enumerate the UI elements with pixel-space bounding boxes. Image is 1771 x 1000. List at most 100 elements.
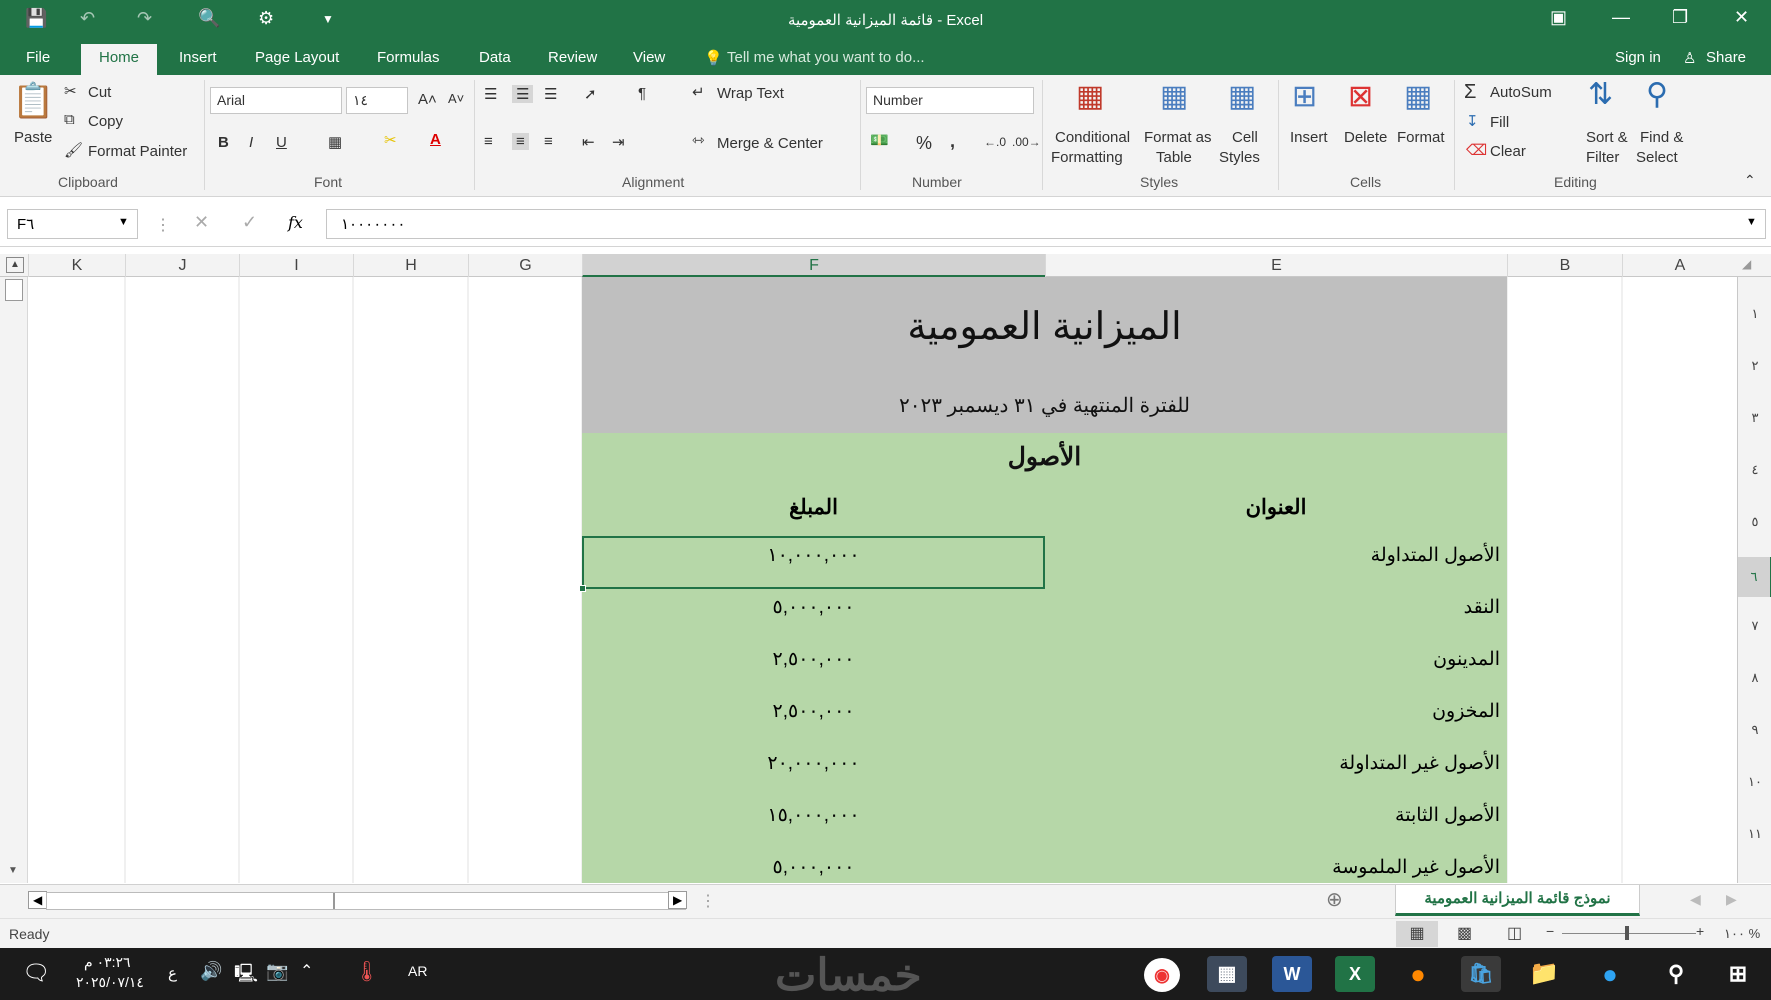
grow-font-icon[interactable]: A˄ <box>418 91 437 108</box>
bottom-align-icon[interactable]: ☰ <box>544 85 557 103</box>
name-box-dropdown-icon[interactable]: ▼ <box>118 216 129 228</box>
asset-amount-cell[interactable]: ٢٠,٠٠٠,٠٠٠ <box>582 752 1045 775</box>
tab-splitter[interactable]: ⋮ <box>700 891 716 911</box>
meet-icon[interactable]: 📷 <box>266 961 288 982</box>
scroll-right-icon[interactable]: ▶ <box>668 891 688 909</box>
asset-amount-cell[interactable]: ٥,٠٠٠,٠٠٠ <box>582 856 1045 879</box>
insert-cells-icon[interactable]: ⊞ <box>1292 79 1317 114</box>
tab-review[interactable]: Review <box>548 49 597 66</box>
paste-icon[interactable]: 📋 <box>12 81 54 121</box>
format-cells-button[interactable]: Format <box>1397 129 1445 146</box>
windows-start-icon[interactable]: ⊞ <box>1718 956 1758 992</box>
page-layout-view-icon[interactable]: ▩ <box>1457 923 1472 943</box>
zoom-in-icon[interactable]: + <box>1696 923 1704 939</box>
zoom-out-icon[interactable]: − <box>1546 923 1554 939</box>
autosum-button[interactable]: AutoSum <box>1490 84 1552 101</box>
font-size-dropdown[interactable]: ١٤ <box>346 87 408 114</box>
align-right-icon[interactable]: ≡ <box>544 133 553 150</box>
tab-page-layout[interactable]: Page Layout <box>255 49 339 66</box>
conditional-formatting-icon[interactable]: ▦ <box>1076 79 1104 114</box>
format-as-table-icon[interactable]: ▦ <box>1160 79 1188 114</box>
minimize-icon[interactable]: — <box>1612 7 1630 28</box>
tab-data[interactable]: Data <box>479 49 511 66</box>
tab-formulas[interactable]: Formulas <box>377 49 440 66</box>
decrease-decimal-icon[interactable]: .00→ <box>1012 135 1041 149</box>
align-left-icon[interactable]: ≡ <box>484 133 493 150</box>
comma-button[interactable]: , <box>950 131 955 152</box>
file-explorer-icon[interactable]: 📁 <box>1524 956 1564 992</box>
find-select-button[interactable]: Find & <box>1640 129 1683 146</box>
volume-icon[interactable]: 🔊 <box>200 961 222 982</box>
percent-button[interactable]: % <box>916 133 932 154</box>
section-heading[interactable]: الأصول <box>582 442 1507 472</box>
rtl-icon[interactable]: ¶ <box>638 85 646 102</box>
copy-button[interactable]: Copy <box>88 113 123 130</box>
zoom-slider[interactable] <box>1562 933 1696 934</box>
increase-decimal-icon[interactable]: ←.0 <box>984 135 1006 149</box>
row-header[interactable]: ٢ <box>1738 359 1771 373</box>
tab-file[interactable]: File <box>26 49 50 66</box>
cut-button[interactable]: Cut <box>88 84 111 101</box>
row-header[interactable]: ٩ <box>1738 723 1771 737</box>
format-as-table-button[interactable]: Format as <box>1144 129 1212 146</box>
column-header-j[interactable]: J <box>125 254 239 277</box>
column-header-a[interactable]: A <box>1622 254 1737 277</box>
formula-input[interactable]: ١٠٠٠٠٠٠٠ <box>326 209 1766 239</box>
find-select-label[interactable]: Select <box>1636 149 1678 166</box>
tell-me-box[interactable]: Tell me what you want to do... <box>727 49 925 66</box>
delete-cells-icon[interactable]: ⊠ <box>1348 79 1373 114</box>
clear-button[interactable]: Clear <box>1490 143 1526 160</box>
edge-icon[interactable]: ● <box>1590 956 1630 992</box>
row-header[interactable]: ١١ <box>1738 827 1771 841</box>
accounting-format-icon[interactable]: 💵 <box>870 131 889 149</box>
top-align-icon[interactable]: ☰ <box>484 85 497 103</box>
store-icon[interactable]: 🛍 <box>1461 956 1501 992</box>
collapse-ribbon-icon[interactable]: ⌃ <box>1744 172 1756 189</box>
cancel-icon[interactable]: ✕ <box>194 212 209 233</box>
sheet-tab-active[interactable]: نموذج قائمة الميزانية العمومية <box>1395 885 1640 916</box>
fill-button[interactable]: Fill <box>1490 114 1509 131</box>
row-header[interactable]: ٨ <box>1738 671 1771 685</box>
input-indicator[interactable]: ع <box>168 964 177 982</box>
asset-label-cell[interactable]: الأصول الثابتة <box>1045 804 1500 827</box>
tab-home[interactable]: Home <box>81 44 158 75</box>
horizontal-scrollbar[interactable] <box>46 892 686 910</box>
asset-label-cell[interactable]: الأصول غير الملموسة <box>1045 856 1500 879</box>
number-format-dropdown[interactable]: Number <box>866 87 1034 114</box>
orientation-icon[interactable]: ➚ <box>584 85 597 103</box>
select-all-icon[interactable]: ◢ <box>1742 257 1751 271</box>
middle-align-icon[interactable]: ☰ <box>512 85 534 103</box>
label-header[interactable]: العنوان <box>1045 495 1507 520</box>
row-header[interactable]: ٤ <box>1738 463 1771 477</box>
scroll-up-icon[interactable]: ▲ <box>6 257 24 273</box>
cell-styles-icon[interactable]: ▦ <box>1228 79 1256 114</box>
underline-button[interactable]: U <box>276 134 287 151</box>
word-icon[interactable]: W <box>1272 956 1312 992</box>
column-header-e[interactable]: E <box>1045 254 1507 277</box>
show-hidden-icons[interactable]: ⌃ <box>300 961 313 981</box>
amount-header[interactable]: المبلغ <box>582 495 1045 520</box>
asset-label-cell[interactable]: الأصول المتداولة <box>1045 544 1500 567</box>
scroll-thumb[interactable] <box>5 279 23 301</box>
column-header-i[interactable]: I <box>239 254 353 277</box>
asset-amount-cell[interactable]: ٢,٥٠٠,٠٠٠ <box>582 700 1045 723</box>
notifications-icon[interactable]: 🗨 <box>22 960 50 986</box>
wrap-text-button[interactable]: Wrap Text <box>717 85 784 102</box>
sort-filter-label[interactable]: Filter <box>1586 149 1619 166</box>
format-cells-icon[interactable]: ▦ <box>1404 79 1432 114</box>
horizontal-scroll-thumb[interactable] <box>333 893 335 909</box>
calculator-icon[interactable]: ▦ <box>1207 956 1247 992</box>
column-header-f[interactable]: F <box>582 254 1045 277</box>
column-header-g[interactable]: G <box>468 254 582 277</box>
increase-indent-icon[interactable]: ⇥ <box>612 133 625 151</box>
add-sheet-icon[interactable]: ⊕ <box>1326 887 1343 912</box>
chrome-icon[interactable]: ◉ <box>1144 958 1180 992</box>
asset-amount-cell[interactable]: ٥,٠٠٠,٠٠٠ <box>582 596 1045 619</box>
page-break-view-icon[interactable]: ◫ <box>1507 923 1522 943</box>
fill-color-icon[interactable]: ✂ <box>384 131 397 149</box>
conditional-formatting-label[interactable]: Formatting <box>1051 149 1123 166</box>
tab-view[interactable]: View <box>633 49 665 66</box>
format-painter-button[interactable]: Format Painter <box>88 143 187 160</box>
zoom-level[interactable]: ١٠٠ % <box>1724 926 1760 942</box>
delete-cells-button[interactable]: Delete <box>1344 129 1387 146</box>
